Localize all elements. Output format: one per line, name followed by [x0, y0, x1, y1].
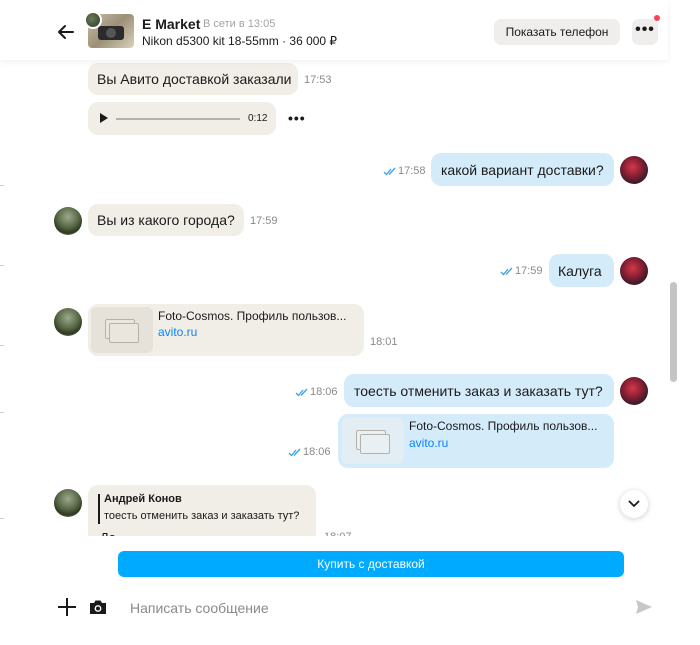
message-time: 17:53: [304, 74, 332, 86]
scroll-down-button[interactable]: [620, 490, 648, 518]
edge-mark: [0, 518, 4, 519]
seller-avatar: [54, 308, 82, 336]
message-bubble-outgoing[interactable]: какой вариант доставки?: [431, 153, 614, 186]
chat-window: E Market В сети в 13:05 Nikon d5300 kit …: [0, 0, 700, 645]
scrollbar-thumb[interactable]: [670, 282, 677, 382]
edge-mark: [0, 265, 4, 266]
more-dots-icon[interactable]: •••: [288, 110, 306, 126]
message-time: 18:01: [370, 336, 398, 348]
show-phone-button[interactable]: Показать телефон: [494, 19, 620, 45]
seller-avatar: [84, 11, 102, 29]
send-icon[interactable]: [634, 598, 654, 616]
online-status: В сети в 13:05: [203, 18, 276, 30]
link-preview-image: [91, 307, 153, 353]
camera-icon[interactable]: [88, 598, 108, 616]
seller-avatar: [54, 489, 82, 517]
more-button[interactable]: •••: [632, 19, 658, 45]
my-avatar: [620, 257, 648, 285]
scrollbar-track[interactable]: [668, 0, 680, 540]
message-bubble-incoming[interactable]: Вы из какого города?: [88, 204, 244, 236]
arrow-left-icon[interactable]: [56, 22, 76, 42]
seller-avatar: [54, 207, 82, 235]
chevron-down-icon: [628, 500, 640, 507]
item-title-price[interactable]: Nikon d5300 kit 18-55mm · 36 000 ₽: [142, 34, 337, 48]
message-time: 18:06: [310, 386, 338, 398]
link-title: Foto-Cosmos. Профиль пользов...: [158, 309, 347, 323]
message-text: Вы из какого города?: [97, 212, 235, 228]
link-title: Foto-Cosmos. Профиль пользов...: [409, 419, 598, 433]
message-text: Вы Авито доставкой заказали: [97, 71, 292, 87]
reply-quote-bar: [98, 494, 100, 524]
message-input[interactable]: [130, 597, 610, 619]
link-url[interactable]: avito.ru: [158, 325, 197, 339]
message-text: тоесть отменить заказ и заказать тут?: [354, 382, 603, 399]
message-time: 17:58: [398, 165, 426, 177]
reply-text: тоесть отменить заказ и заказать тут?: [104, 510, 300, 522]
read-ticks-icon: [295, 388, 308, 397]
my-avatar: [620, 377, 648, 405]
edge-mark: [0, 345, 4, 346]
message-time: 17:59: [515, 265, 543, 277]
link-url[interactable]: avito.ru: [409, 436, 448, 450]
audio-duration: 0:12: [248, 113, 268, 124]
chat-header: E Market В сети в 13:05 Nikon d5300 kit …: [0, 0, 668, 60]
message-bubble-incoming[interactable]: Вы Авито доставкой заказали: [88, 63, 298, 95]
audio-progress-track[interactable]: [116, 118, 240, 120]
my-avatar: [620, 156, 648, 184]
notification-dot: [654, 15, 660, 21]
edge-mark: [0, 412, 4, 413]
edge-mark: [0, 185, 4, 186]
link-preview-image: [342, 418, 404, 464]
message-bubble-outgoing[interactable]: Калуга: [549, 254, 614, 287]
more-dots-icon: •••: [635, 21, 655, 38]
read-ticks-icon: [288, 448, 301, 457]
message-time: 17:59: [250, 215, 278, 227]
seller-name[interactable]: E Market: [142, 16, 200, 32]
message-time: 18:06: [303, 446, 331, 458]
message-text: какой вариант доставки?: [441, 161, 604, 178]
plus-icon[interactable]: [58, 598, 76, 616]
reply-author: Андрей Конов: [104, 493, 182, 505]
play-icon[interactable]: [100, 113, 108, 123]
message-text: Калуга: [558, 262, 602, 279]
read-ticks-icon: [500, 267, 513, 276]
message-bubble-outgoing[interactable]: тоесть отменить заказ и заказать тут?: [344, 374, 614, 407]
read-ticks-icon: [383, 167, 396, 176]
buy-with-delivery-button[interactable]: Купить с доставкой: [118, 551, 624, 577]
